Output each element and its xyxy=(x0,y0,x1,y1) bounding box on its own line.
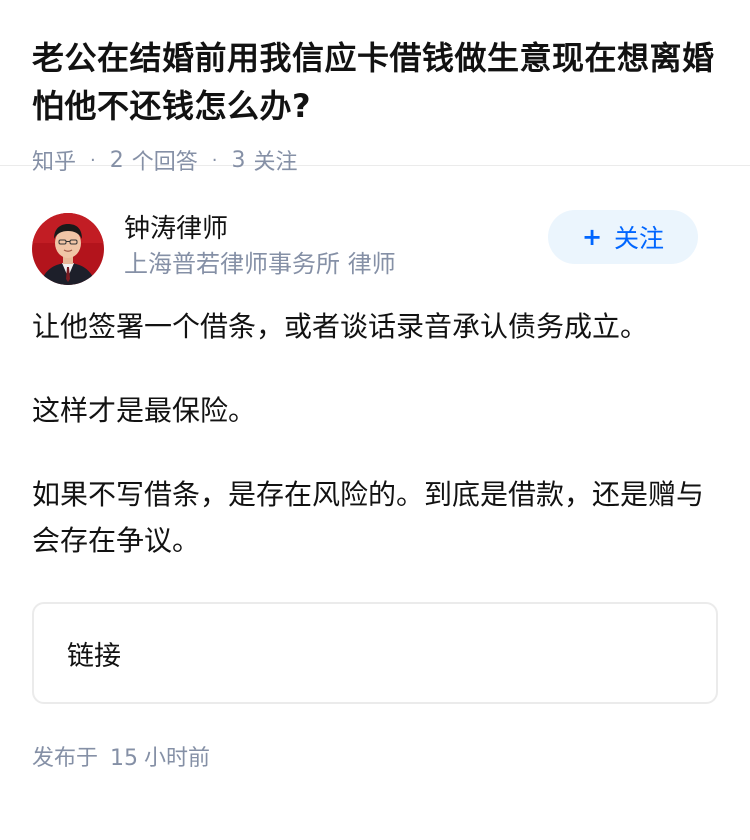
question-title[interactable]: 老公在结婚前用我信应卡借钱做生意现在想离婚怕他不还钱怎么办? xyxy=(32,34,718,130)
answer-paragraph: 这样才是最保险。 xyxy=(32,394,257,427)
answer-count-label: 个回答 xyxy=(131,150,198,175)
link-card-label: 链接 xyxy=(67,640,121,672)
publish-unit: 小时前 xyxy=(144,746,211,771)
question-header: 老公在结婚前用我信应卡借钱做生意现在想离婚怕他不还钱怎么办? 知乎 · 2 个回… xyxy=(0,0,750,175)
plus-icon: + xyxy=(581,223,603,251)
answer-paragraph: 让他签署一个借条，或者谈话录音承认债务成立。 xyxy=(32,310,649,343)
follow-count-label: 关注 xyxy=(253,150,298,175)
author-name[interactable]: 钟涛律师 xyxy=(124,211,396,247)
meta-separator: · xyxy=(90,149,96,171)
link-card[interactable]: 链接 xyxy=(32,602,718,704)
publish-prefix: 发布于 xyxy=(32,746,99,771)
answer-paragraph: 如果不写借条，是存在风险的。到底是借款，还是赠与会存在争议。 xyxy=(32,478,705,557)
follow-button-label: 关注 xyxy=(614,224,665,253)
author-row: 钟涛律师 上海普若律师事务所 律师 + 关注 xyxy=(32,200,718,300)
follow-button[interactable]: + 关注 xyxy=(548,210,698,264)
publish-time: 发布于 15 小时前 xyxy=(32,740,718,772)
answer-item: 钟涛律师 上海普若律师事务所 律师 + 关注 让他签署一个借条，或者谈话录音承认… xyxy=(0,200,750,772)
follow-count: 3 xyxy=(231,147,246,173)
author-bio: 上海普若律师事务所 律师 xyxy=(124,250,396,278)
avatar[interactable] xyxy=(32,213,104,285)
avatar-image xyxy=(32,213,104,285)
author-info: 钟涛律师 上海普若律师事务所 律师 xyxy=(124,211,396,281)
question-meta: 知乎 · 2 个回答 · 3 关注 xyxy=(32,144,718,176)
source-label[interactable]: 知乎 xyxy=(32,144,76,176)
meta-separator: · xyxy=(211,149,218,171)
answer-content: 让他签署一个借条，或者谈话录音承认债务成立。 这样才是最保险。 如果不写借条，是… xyxy=(32,304,718,564)
answer-count: 2 xyxy=(109,147,124,173)
publish-number: 15 xyxy=(110,746,139,771)
